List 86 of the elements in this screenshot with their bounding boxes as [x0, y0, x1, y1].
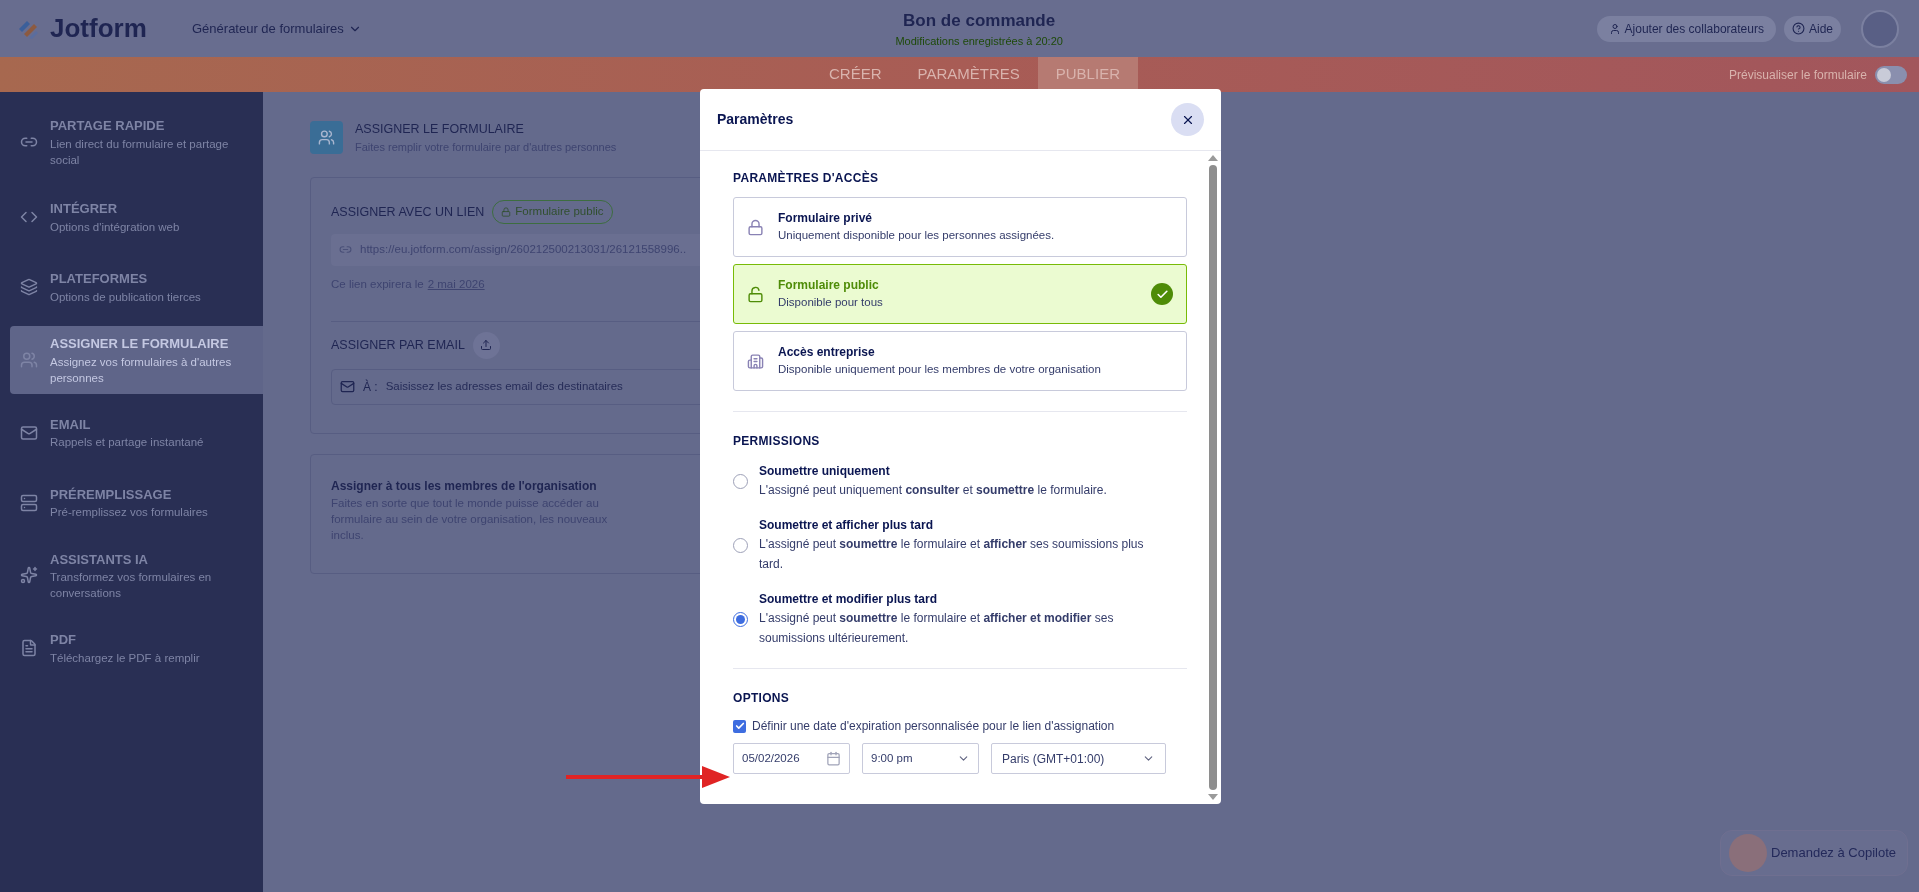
pdf-file-icon [20, 639, 38, 657]
help-button[interactable]: Aide [1783, 15, 1841, 42]
lock-icon [501, 206, 512, 217]
nav-tab[interactable]: PARAMÈTRES [899, 57, 1038, 92]
lock-icon [747, 218, 764, 236]
permission-title: Soumettre uniquement [759, 463, 891, 480]
sidebar-item-title: EMAIL [50, 415, 92, 434]
permission-description: L'assigné peut uniquement consulter et soumettre le formulaire. [759, 482, 1108, 499]
date-field[interactable]: 05/02/2026 [733, 743, 850, 774]
unlocked-lock-icon [747, 285, 764, 303]
section-title: ASSIGNER LE FORMULAIRE [355, 121, 525, 138]
org-title: Assigner à tous les membres de l'organisation [331, 477, 597, 495]
permission-description: L'assigné peut soumettre le formulaire et afficher et modifier ses soumissions ultérieurement. [759, 610, 1115, 647]
mail-icon [340, 379, 355, 395]
expiry-checkbox[interactable] [733, 719, 746, 733]
sidebar-item[interactable]: ASSISTANTS IA Transformez vos formulaires en conversations [10, 541, 263, 609]
option-description: Uniquement disponible pour les personnes assignées. [778, 228, 1056, 244]
expiry-checkbox-label: Définir une date d'expiration personnalisée pour le lien d'assignation [752, 718, 1115, 735]
help-icon [1791, 22, 1805, 35]
permission-description: L'assigné peut soumettre le formulaire et afficher ses soumissions plus tard. [759, 536, 1145, 573]
sidebar-item[interactable]: PDF Téléchargez le PDF à remplir [10, 617, 263, 679]
layers-icon [20, 278, 38, 296]
sidebar-item-subtitle: Assignez vos formulaires à d'autres personnes [50, 354, 233, 386]
sidebar-item-subtitle: Pré-remplissez vos formulaires [50, 505, 208, 521]
permission-title: Soumettre et modifier plus tard [759, 591, 939, 608]
stacked-rows-icon [20, 493, 38, 512]
sidebar-item-subtitle: Rappels et partage instantané [50, 435, 204, 451]
sidebar-item-subtitle: Transformez vos formulaires en conversations [50, 570, 213, 601]
access-option[interactable]: Formulaire privé Uniquement disponible pour les personnes assignées. [733, 197, 1187, 257]
save-status: Modifications enregistrées à 20:20 [895, 34, 1063, 49]
logo-text: Jotform [50, 12, 147, 45]
sidebar-item[interactable]: INTÉGRER Options d'intégration web [10, 186, 263, 248]
time-select[interactable]: 9:00 pm [862, 743, 979, 774]
access-option[interactable]: Formulaire public Disponible pour tous [733, 264, 1187, 324]
permissions-heading: PERMISSIONS [733, 433, 821, 450]
modal-title: Paramètres [717, 110, 794, 129]
sidebar-item[interactable]: PRÉREMPLISSAGE Pré-remplissez vos formulaires [10, 471, 263, 534]
timezone-select[interactable]: Paris (GMT+01:00) [991, 743, 1166, 774]
sidebar-item-subtitle: Options d'intégration web [50, 219, 180, 235]
upload-icon [480, 339, 493, 352]
sidebar-item[interactable]: EMAIL Rappels et partage instantané [10, 401, 263, 464]
mail-icon [20, 423, 38, 442]
options-heading: OPTIONS [733, 690, 791, 707]
permission-title: Soumettre et afficher plus tard [759, 517, 935, 534]
sidebar-item[interactable]: ASSIGNER LE FORMULAIRE Assignez vos formulaires à d'autres personnes [10, 326, 263, 394]
calendar-icon [826, 751, 841, 766]
form-title: Bon de commande [903, 9, 1056, 32]
sidebar-item-title: ASSISTANTS IA [50, 550, 149, 569]
copilot-button[interactable]: Demandez à Copilote [1720, 830, 1908, 876]
close-button[interactable] [1171, 103, 1204, 136]
sidebar-item-title: PARTAGE RAPIDE [50, 117, 166, 136]
link-heading: ASSIGNER AVEC UN LIEN [331, 203, 485, 221]
preview-label: Prévisualiser le formulaire [1728, 66, 1867, 84]
sidebar-item-subtitle: Lien direct du formulaire et partage social [50, 136, 230, 168]
users-icon [20, 350, 38, 369]
sidebar-item-subtitle: Options de publication tierces [50, 289, 201, 305]
to-label: À : [363, 378, 378, 396]
sidebar-item[interactable]: PLATEFORMES Options de publication tierces [10, 256, 263, 318]
sidebar-item-title: PLATEFORMES [50, 270, 149, 289]
check-icon [1151, 283, 1173, 305]
sidebar-item-title: INTÉGRER [50, 200, 119, 219]
option-title: Formulaire privé [778, 210, 874, 228]
option-description: Disponible pour tous [778, 295, 884, 311]
email-heading: ASSIGNER PAR EMAIL [331, 336, 465, 354]
sidebar-item-title: PRÉREMPLISSAGE [50, 485, 173, 504]
sparkles-icon [20, 566, 38, 585]
option-description: Disponible uniquement pour les membres de votre organisation [778, 362, 1102, 378]
sidebar-item[interactable]: PARTAGE RAPIDE Lien direct du formulaire et partage social [10, 106, 263, 178]
users-icon [318, 129, 335, 147]
preview-toggle[interactable] [1875, 65, 1907, 84]
option-title: Formulaire public [778, 277, 880, 295]
builder-menu[interactable]: Générateur de formulaires [192, 18, 362, 39]
nav-tab[interactable]: CRÉER [811, 57, 900, 92]
add-collaborators-button[interactable]: Ajouter des collaborateurs [1596, 15, 1776, 42]
access-option[interactable]: Accès entreprise Disponible uniquement pour les membres de votre organisation [733, 331, 1187, 391]
avatar[interactable] [1861, 9, 1899, 48]
option-title: Accès entreprise [778, 344, 876, 362]
sidebar-item-title: PDF [50, 631, 77, 650]
sidebar-item-subtitle: Téléchargez le PDF à remplir [50, 650, 200, 666]
upload-button[interactable] [472, 331, 500, 359]
access-heading: PARAMÈTRES D'ACCÈS [733, 169, 880, 187]
user-icon [1608, 22, 1621, 35]
building-icon [747, 352, 764, 370]
sidebar-item-title: ASSIGNER LE FORMULAIRE [50, 335, 230, 353]
email-placeholder: Saisissez les adresses email des destinataires [385, 379, 623, 395]
link-icon [339, 243, 352, 256]
